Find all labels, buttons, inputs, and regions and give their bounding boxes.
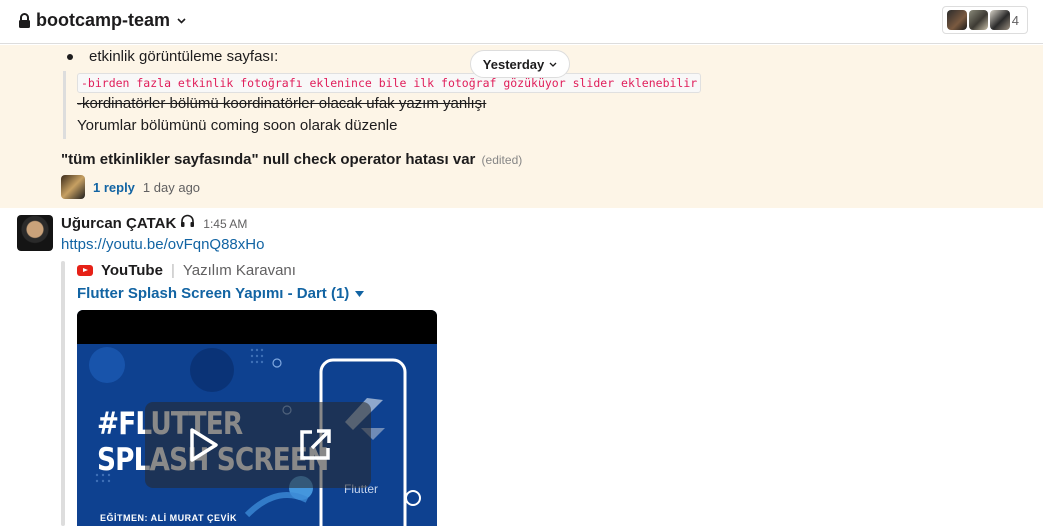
open-external-button[interactable] bbox=[291, 421, 339, 469]
sender-name[interactable]: Uğurcan ÇATAK bbox=[61, 215, 176, 232]
reply-count-link[interactable]: 1 reply bbox=[93, 180, 135, 195]
attachment-source: YouTube | Yazılım Karavanı bbox=[77, 262, 296, 279]
member-count: 4 bbox=[1011, 12, 1020, 28]
bullet-icon bbox=[67, 53, 73, 60]
member-avatar bbox=[990, 10, 1010, 30]
channel-name-text[interactable]: Yazılım Karavanı bbox=[183, 262, 296, 279]
channel-name: bootcamp-team bbox=[36, 10, 171, 30]
message-body: "tüm etkinlikler sayfasında" null check … bbox=[61, 151, 476, 168]
video-thumbnail[interactable]: #FLUTTER SPLASH SCREEN Flutter EĞİTMEN: … bbox=[77, 310, 437, 526]
channel-header: bootcamp-team 4 bbox=[0, 0, 1043, 44]
caret-down-icon[interactable] bbox=[355, 289, 365, 299]
message-link[interactable]: https://youtu.be/ovFqnQ88xHo bbox=[61, 236, 264, 253]
reply-avatar bbox=[61, 175, 85, 199]
youtube-icon bbox=[77, 265, 93, 276]
play-icon bbox=[189, 428, 218, 462]
message-time[interactable]: 1:45 AM bbox=[203, 217, 247, 231]
members-button[interactable]: 4 bbox=[942, 6, 1028, 34]
thumbnail-footer: EĞİTMEN: ALİ MURAT ÇEVİK bbox=[100, 513, 237, 523]
date-label: Yesterday bbox=[482, 56, 545, 72]
headphones-icon bbox=[180, 214, 195, 228]
external-link-icon bbox=[299, 429, 331, 460]
separator: | bbox=[170, 262, 175, 279]
bullet-text: etkinlik görüntüleme sayfası: bbox=[89, 48, 279, 65]
play-button[interactable] bbox=[178, 421, 226, 469]
chevron-down-icon bbox=[549, 59, 557, 69]
quote-text: Yorumlar bölümünü coming soon olarak düz… bbox=[77, 117, 398, 134]
member-avatar bbox=[968, 10, 989, 30]
thread-replies[interactable]: 1 reply 1 day ago bbox=[61, 175, 200, 199]
inline-code: -birden fazla etkinlik fotoğrafı eklenin… bbox=[77, 73, 702, 93]
service-name: YouTube bbox=[101, 262, 163, 279]
video-title-link[interactable]: Flutter Splash Screen Yapımı - Dart (1) bbox=[77, 285, 365, 302]
attachment-bar bbox=[61, 261, 65, 526]
quote-bar bbox=[63, 71, 66, 139]
sender-avatar[interactable] bbox=[17, 215, 53, 251]
strikethrough-text: -kordinatörler bölümü koordinatörler ola… bbox=[77, 95, 487, 112]
channel-name-button[interactable]: bootcamp-team bbox=[18, 10, 186, 31]
video-title: Flutter Splash Screen Yapımı - Dart (1) bbox=[77, 285, 350, 302]
bullet-item: etkinlik görüntüleme sayfası: bbox=[67, 48, 278, 65]
lock-icon bbox=[18, 12, 31, 29]
message-header: Uğurcan ÇATAK 1:45 AM bbox=[61, 214, 247, 232]
reply-time: 1 day ago bbox=[142, 179, 201, 195]
chevron-down-icon bbox=[177, 15, 186, 27]
date-divider-button[interactable]: Yesterday bbox=[470, 50, 570, 78]
video-overlay-controls bbox=[145, 402, 371, 488]
member-avatar bbox=[947, 10, 967, 30]
message-text: "tüm etkinlikler sayfasında" null check … bbox=[61, 151, 522, 168]
edited-label: (edited) bbox=[481, 153, 523, 167]
